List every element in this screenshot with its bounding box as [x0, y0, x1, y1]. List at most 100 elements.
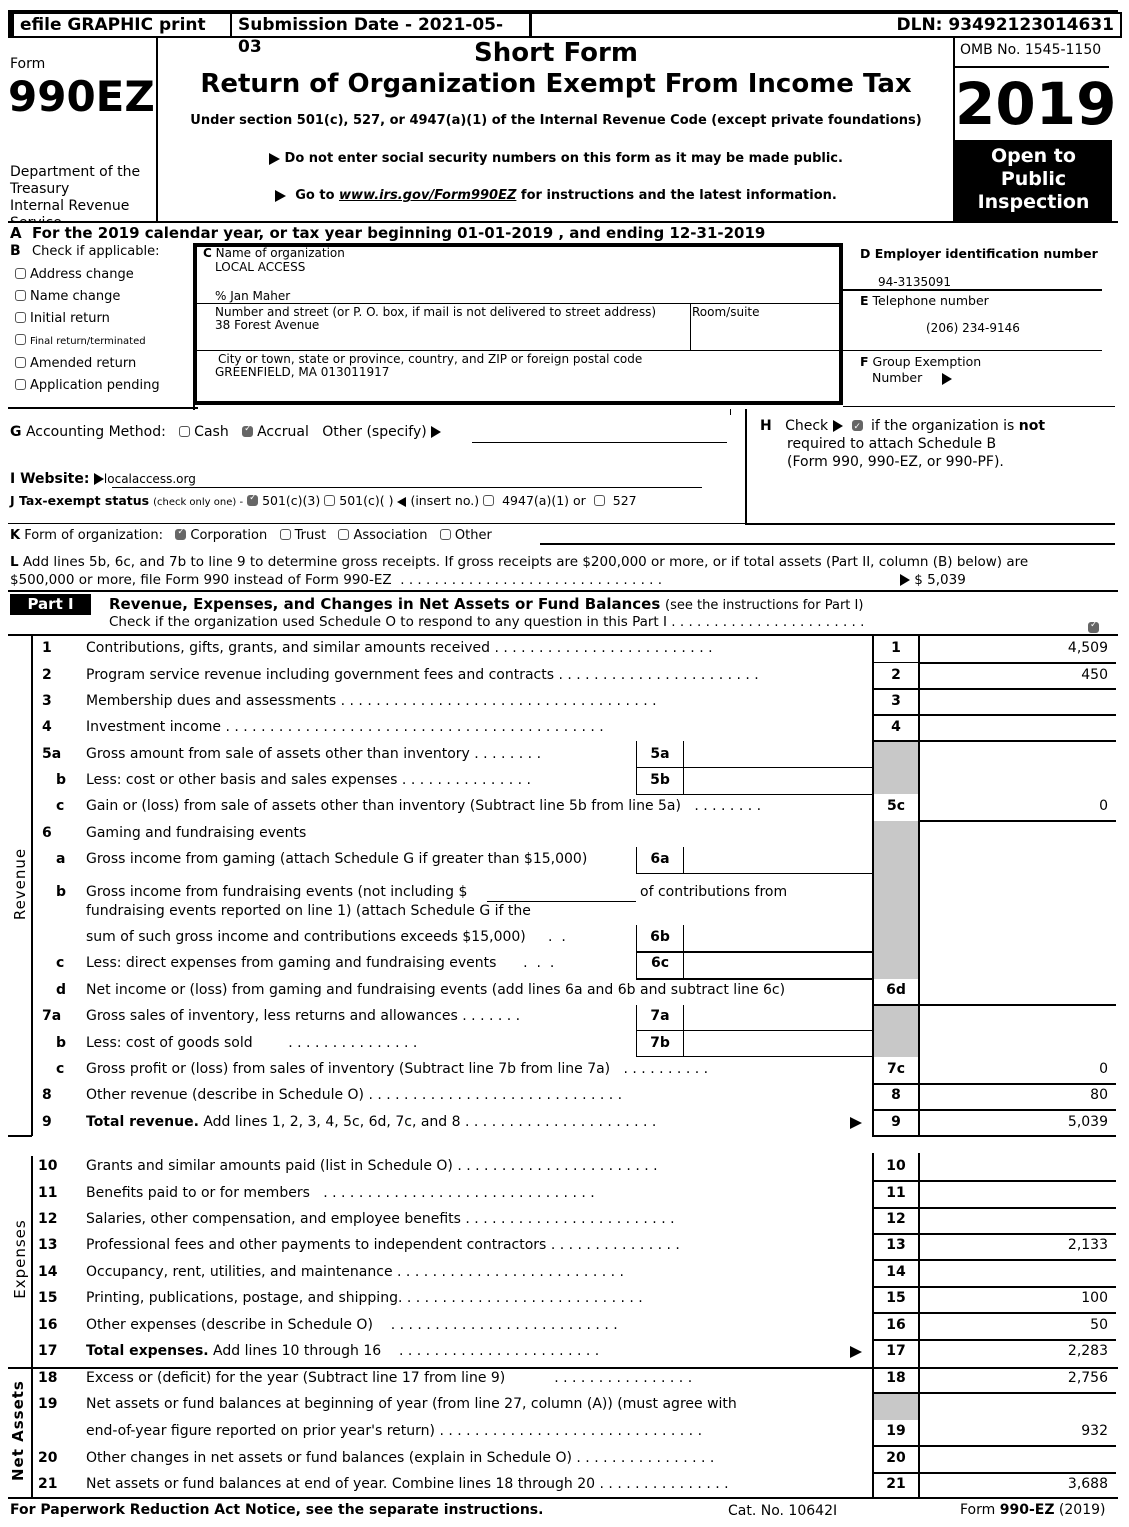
line-description: Other changes in net assets or fund bala…	[86, 1450, 715, 1466]
divider	[872, 1109, 1116, 1111]
title-short: Short Form	[474, 38, 638, 68]
amount-field[interactable]: 2,756	[1068, 1370, 1108, 1386]
checkbox-icon[interactable]	[324, 495, 336, 506]
shaded-cell	[874, 821, 918, 979]
checkbox-final-return[interactable]: Final return/terminated	[15, 330, 160, 353]
line-description: Salaries, other compensation, and employ…	[86, 1211, 675, 1227]
line-description: of contributions from	[640, 884, 788, 900]
checkbox-icon[interactable]	[15, 290, 26, 301]
checkbox-icon[interactable]	[15, 379, 26, 390]
other-org-field[interactable]	[540, 543, 1115, 545]
line-description: Grants and similar amounts paid (list in…	[86, 1158, 658, 1174]
line-number: 1	[42, 640, 52, 656]
box-label: 10	[886, 1158, 906, 1174]
box-label: 21	[886, 1476, 906, 1492]
checkbox-address-change[interactable]: Address change	[15, 264, 160, 286]
amount-field[interactable]: 450	[1081, 667, 1108, 683]
line-description: Less: cost or other basis and sales expe…	[86, 772, 531, 788]
revenue-side-label: Revenue	[11, 847, 29, 921]
check-if-applicable-label: Check if applicable:	[32, 244, 160, 259]
amount-field[interactable]: 2,283	[1068, 1343, 1108, 1359]
checkbox-icon[interactable]	[15, 268, 26, 279]
checkbox-icon[interactable]	[279, 529, 291, 540]
amount-field[interactable]: 80	[1090, 1087, 1108, 1103]
instructions-notice: Go to www.irs.gov/Form990EZ for instruct…	[158, 188, 954, 203]
amount-field[interactable]: 4,509	[1068, 640, 1108, 656]
divider	[872, 1339, 1116, 1341]
checkbox-name-change[interactable]: Name change	[15, 286, 160, 308]
amount-field[interactable]: 5,039	[1068, 1114, 1108, 1130]
amount-field[interactable]: 100	[1081, 1290, 1108, 1306]
checkbox-trust[interactable]: Trust	[279, 528, 326, 543]
checkbox-icon[interactable]	[15, 334, 26, 345]
checkbox-application-pending[interactable]: Application pending	[15, 375, 160, 397]
arrow-icon	[275, 189, 287, 202]
line-description: Less: direct expenses from gaming and fu…	[86, 955, 555, 971]
checkbox-icon[interactable]	[439, 529, 451, 540]
checkbox-501c3[interactable]: 501(c)(3)	[247, 493, 320, 508]
divider	[918, 820, 1116, 822]
divider	[955, 66, 1109, 68]
irs-link[interactable]: www.irs.gov/Form990EZ	[339, 188, 516, 203]
tax-year: 2019	[955, 70, 1117, 138]
amount-field[interactable]: 50	[1090, 1317, 1108, 1333]
divider	[730, 409, 731, 415]
divider	[636, 794, 872, 795]
box-label: 18	[886, 1370, 906, 1386]
checkbox-other[interactable]: Other	[439, 528, 492, 543]
checkbox-icon[interactable]	[593, 495, 605, 506]
checkbox-icon[interactable]	[483, 495, 495, 506]
box-label: 19	[886, 1423, 906, 1439]
divider	[872, 1180, 1116, 1182]
checked-checkbox-icon[interactable]	[175, 527, 187, 540]
checkbox-amended-return[interactable]: Amended return	[15, 353, 160, 375]
arrow-icon	[93, 473, 104, 485]
schedule-o-checkbox-icon[interactable]	[1088, 620, 1099, 633]
website-value[interactable]: localaccess.org	[104, 472, 196, 486]
line-description: Membership dues and assessments . . . . …	[86, 693, 657, 709]
checkbox-icon[interactable]	[179, 425, 191, 437]
other-method-field[interactable]	[472, 442, 727, 443]
arrow-icon	[900, 574, 910, 586]
amount-field[interactable]: 2,133	[1068, 1237, 1108, 1253]
checkbox-accrual[interactable]: Accrual	[242, 424, 309, 440]
checked-checkbox-icon[interactable]	[851, 418, 863, 436]
form-subtitle: Under section 501(c), 527, or 4947(a)(1)…	[190, 113, 922, 128]
checkbox-icon[interactable]	[15, 312, 26, 323]
checkbox-association[interactable]: Association	[338, 528, 428, 543]
divider	[636, 847, 637, 873]
checkbox-icon[interactable]	[338, 529, 350, 540]
checked-checkbox-icon[interactable]	[242, 424, 254, 437]
amount-field[interactable]: 0	[1099, 798, 1108, 814]
divider	[8, 1135, 32, 1137]
room-suite-label: Room/suite	[692, 305, 760, 319]
org-name: LOCAL ACCESS	[215, 260, 306, 274]
gross-receipts-line1: L Add lines 5b, 6c, and 7b to line 9 to …	[10, 554, 1029, 570]
box-label: 6d	[886, 982, 906, 998]
divider	[872, 1004, 1116, 1006]
line-number: b	[56, 884, 67, 900]
box-label: 6c	[650, 955, 670, 971]
checkbox-initial-return[interactable]: Initial return	[15, 308, 160, 330]
line-number: b	[56, 772, 67, 788]
open-to-public-badge: Open to Public Inspection	[955, 140, 1112, 221]
divider	[872, 1472, 1116, 1474]
amount-field[interactable]: 932	[1081, 1423, 1108, 1439]
checkbox-icon[interactable]	[15, 357, 26, 368]
checkbox-527[interactable]: 527	[590, 493, 637, 508]
line-description: Gaming and fundraising events	[86, 825, 307, 841]
checkbox-501c[interactable]: 501(c)( )	[324, 493, 393, 508]
line-number: 7a	[42, 1008, 62, 1024]
line-description: Excess or (deficit) for the year (Subtra…	[86, 1370, 693, 1386]
checkbox-corporation[interactable]: Corporation	[175, 527, 267, 543]
checkbox-4947[interactable]: 4947(a)(1) or	[483, 493, 586, 508]
box-label: 5a	[650, 746, 670, 762]
checked-checkbox-icon[interactable]	[247, 493, 259, 506]
fundraising-contributions-field[interactable]	[487, 901, 636, 902]
amount-field[interactable]: 0	[1099, 1061, 1108, 1077]
amount-field[interactable]: 3,688	[1068, 1476, 1108, 1492]
form-of-organization: K Form of organization: Corporation Trus…	[10, 527, 492, 543]
checkbox-cash[interactable]: Cash	[179, 424, 229, 440]
city-label: City or town, state or province, country…	[218, 352, 643, 366]
box-label: 7b	[650, 1035, 670, 1051]
